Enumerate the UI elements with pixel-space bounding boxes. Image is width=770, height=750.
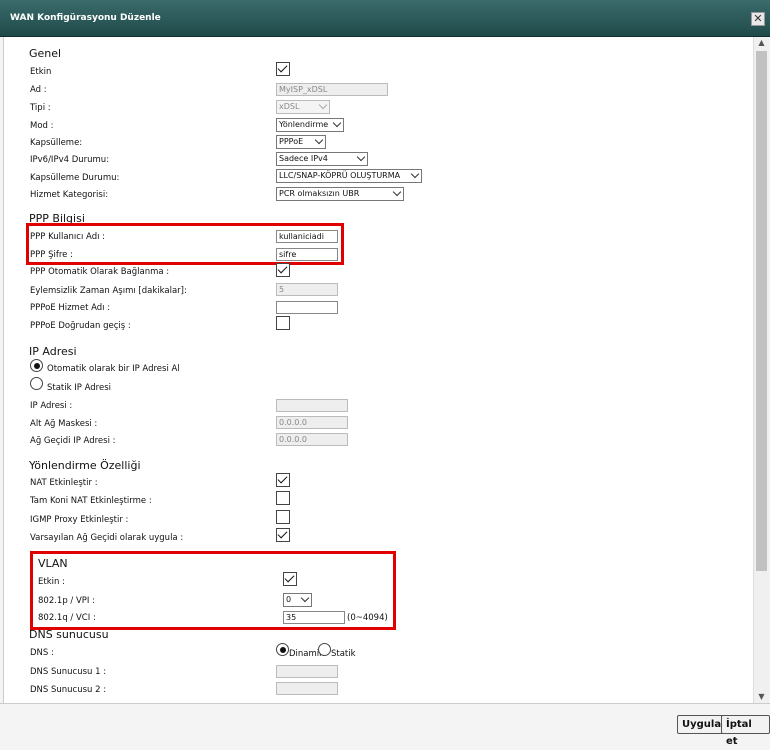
ip-addr-input[interactable] <box>276 399 348 412</box>
mod-value: Yönlendirme <box>279 120 329 129</box>
kapsulleme-durumu-label: Kapsülleme Durumu: <box>30 173 120 183</box>
mod-select[interactable]: Yönlendirme <box>276 118 344 132</box>
ppp-user-input[interactable]: kullaniciadi <box>276 230 338 243</box>
apply-button[interactable]: Uygula <box>677 715 727 734</box>
dns-dinamik-radio[interactable] <box>276 643 289 656</box>
ppp-auto-label: PPP Otomatik Olarak Bağlanma : <box>30 267 170 277</box>
dns-label: DNS : <box>30 648 54 658</box>
close-icon[interactable]: ✕ <box>751 12 765 26</box>
ip-auto-label: Otomatik olarak bir IP Adresi Al <box>47 364 180 374</box>
cancel-button[interactable]: İptal et <box>721 715 770 747</box>
fullcone-label: Tam Koni NAT Etkinleştirme : <box>30 496 152 506</box>
vlan-etkin-label: Etkin : <box>38 577 65 587</box>
ppp-user-label: PPP Kullanıcı Adı : <box>30 232 106 242</box>
chevron-down-icon <box>314 136 324 145</box>
mask-input[interactable]: 0.0.0.0 <box>276 416 348 429</box>
chevron-down-icon <box>356 153 366 162</box>
title-bar: WAN Konfigürasyonu Düzenle ✕ <box>0 0 770 37</box>
ip-static-radio[interactable] <box>30 377 43 390</box>
dns1-input[interactable] <box>276 665 338 678</box>
service-label: PPPoE Hizmet Adı : <box>30 303 111 313</box>
chevron-down-icon <box>332 119 342 128</box>
scroll-up-icon[interactable]: ▲ <box>754 37 769 49</box>
dns2-label: DNS Sunucusu 2 : <box>30 685 107 695</box>
scroll-down-icon[interactable]: ▼ <box>754 691 769 703</box>
hizmet-select[interactable]: PCR olmaksızın UBR <box>276 187 404 201</box>
ip-static-label: Statik IP Adresi <box>47 383 111 393</box>
vertical-scrollbar[interactable]: ▲ ▼ <box>753 37 769 703</box>
nat-checkbox[interactable] <box>276 473 290 487</box>
kapsulleme-label: Kapsülleme: <box>30 138 83 148</box>
igmp-label: IGMP Proxy Etkinleştir : <box>30 515 129 525</box>
nat-label: NAT Etkinleştir : <box>30 478 98 488</box>
vci-range: (0~4094) <box>347 613 388 623</box>
passthrough-label: PPPoE Doğrudan geçiş : <box>30 321 131 331</box>
ad-label: Ad : <box>30 85 47 95</box>
idle-label: Eylemsizlik Zaman Aşımı [dakikalar]: <box>30 286 187 296</box>
igmp-checkbox[interactable] <box>276 510 290 524</box>
ip-auto-radio[interactable] <box>30 359 43 372</box>
mask-label: Alt Ağ Maskesi : <box>30 419 98 429</box>
dialog-footer <box>0 703 770 744</box>
gw-input[interactable]: 0.0.0.0 <box>276 433 348 446</box>
chevron-down-icon <box>300 594 310 603</box>
idle-input[interactable]: 5 <box>276 283 338 296</box>
chevron-down-icon <box>392 188 402 197</box>
kapsulleme-durumu-select[interactable]: LLC/SNAP-KÖPRÜ OLUŞTURMA <box>276 169 422 183</box>
vpi-label: 802.1p / VPI : <box>38 596 96 606</box>
hizmet-value: PCR olmaksızın UBR <box>279 189 360 198</box>
dns-statik-label: Statik <box>331 649 356 659</box>
scrollbar-thumb[interactable] <box>756 51 767 571</box>
kapsulleme-value: PPPoE <box>279 137 304 146</box>
passthrough-checkbox[interactable] <box>276 316 290 330</box>
vci-label: 802.1q / VCI : <box>38 613 96 623</box>
section-dns-title: DNS sunucusu <box>29 628 109 641</box>
kapsulleme-durumu-value: LLC/SNAP-KÖPRÜ OLUŞTURMA <box>279 171 401 180</box>
section-genel-title: Genel <box>29 47 62 60</box>
kapsulleme-select[interactable]: PPPoE <box>276 135 326 149</box>
gw-label: Ağ Geçidi IP Adresi : <box>30 436 116 446</box>
fullcone-checkbox[interactable] <box>276 491 290 505</box>
ad-input[interactable]: MyISP_xDSL <box>276 83 388 96</box>
vpi-value: 0 <box>286 595 292 604</box>
section-vlan-title: VLAN <box>38 557 68 570</box>
vlan-etkin-checkbox[interactable] <box>283 572 297 586</box>
dialog-content[interactable]: Genel Etkin Ad : MyISP_xDSL Tipi : xDSL … <box>3 37 754 703</box>
ip-addr-label: IP Adresi : <box>30 401 73 411</box>
ppp-pass-input[interactable]: sifre <box>276 248 338 261</box>
ppp-auto-checkbox[interactable] <box>276 263 290 277</box>
tipi-value: xDSL <box>279 102 300 111</box>
ppp-pass-label: PPP Şifre : <box>30 250 73 260</box>
window-title: WAN Konfigürasyonu Düzenle <box>10 13 161 23</box>
default-gw-checkbox[interactable] <box>276 528 290 542</box>
tipi-label: Tipi : <box>30 103 51 113</box>
tipi-select[interactable]: xDSL <box>276 100 330 114</box>
ipv-select[interactable]: Sadece IPv4 <box>276 152 368 166</box>
mod-label: Mod : <box>30 121 54 131</box>
ipv-value: Sadece IPv4 <box>279 154 328 163</box>
etkin-checkbox[interactable] <box>276 62 290 76</box>
dns-statik-radio[interactable] <box>318 643 331 656</box>
etkin-label: Etkin <box>30 67 52 77</box>
chevron-down-icon <box>410 170 420 179</box>
ipv-label: IPv6/IPv4 Durumu: <box>30 155 110 165</box>
default-gw-label: Varsayılan Ağ Geçidi olarak uygula : <box>30 533 184 543</box>
section-ip-title: IP Adresi <box>29 345 77 358</box>
hizmet-label: Hizmet Kategorisi: <box>30 190 109 200</box>
service-input[interactable] <box>276 301 338 314</box>
chevron-down-icon <box>318 101 328 110</box>
vci-input[interactable]: 35 <box>283 611 345 624</box>
dns1-label: DNS Sunucusu 1 : <box>30 667 107 677</box>
section-routing-title: Yönlendirme Özelliği <box>29 459 141 472</box>
vpi-select[interactable]: 0 <box>283 593 312 607</box>
dns2-input[interactable] <box>276 682 338 695</box>
